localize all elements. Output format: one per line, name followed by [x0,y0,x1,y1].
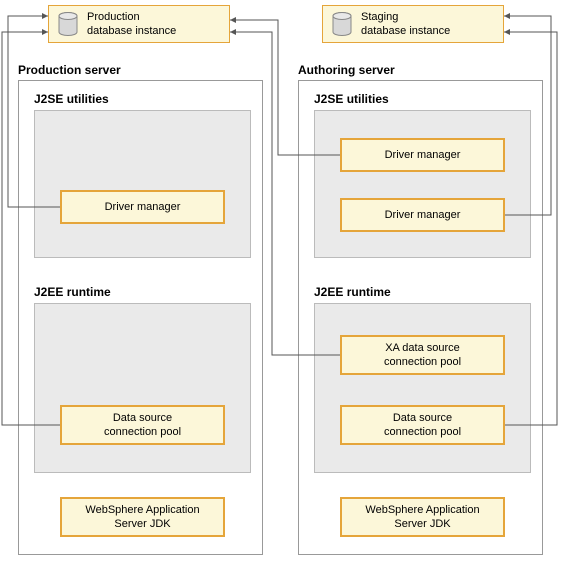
auth-data-source-pool: Data source connection pool [340,405,505,445]
production-db-label: Production database instance [87,10,176,39]
auth-was-jdk-label: WebSphere Application Server JDK [365,503,479,532]
auth-xa-pool: XA data source connection pool [340,335,505,375]
prod-data-source-pool-label: Data source connection pool [104,411,181,440]
prod-driver-manager: Driver manager [60,190,225,224]
auth-data-source-pool-label: Data source connection pool [384,411,461,440]
auth-driver-manager-1-label: Driver manager [385,148,461,162]
auth-driver-manager-2: Driver manager [340,198,505,232]
prod-j2se-title: J2SE utilities [34,92,109,106]
auth-j2se-title: J2SE utilities [314,92,389,106]
auth-xa-pool-label: XA data source connection pool [384,341,461,370]
database-icon [57,12,79,36]
prod-j2ee-section [34,303,251,473]
prod-j2ee-title: J2EE runtime [34,285,111,299]
production-server-title: Production server [18,63,121,77]
staging-db-box: Staging database instance [322,5,504,43]
auth-driver-manager-2-label: Driver manager [385,208,461,222]
auth-j2ee-section [314,303,531,473]
prod-was-jdk-label: WebSphere Application Server JDK [85,503,199,532]
prod-j2se-section [34,110,251,258]
auth-was-jdk: WebSphere Application Server JDK [340,497,505,537]
auth-j2ee-title: J2EE runtime [314,285,391,299]
staging-db-label: Staging database instance [361,10,450,39]
prod-driver-manager-label: Driver manager [105,200,181,214]
auth-driver-manager-1: Driver manager [340,138,505,172]
prod-data-source-pool: Data source connection pool [60,405,225,445]
production-db-box: Production database instance [48,5,230,43]
prod-was-jdk: WebSphere Application Server JDK [60,497,225,537]
database-icon [331,12,353,36]
authoring-server-title: Authoring server [298,63,395,77]
auth-j2se-section [314,110,531,258]
